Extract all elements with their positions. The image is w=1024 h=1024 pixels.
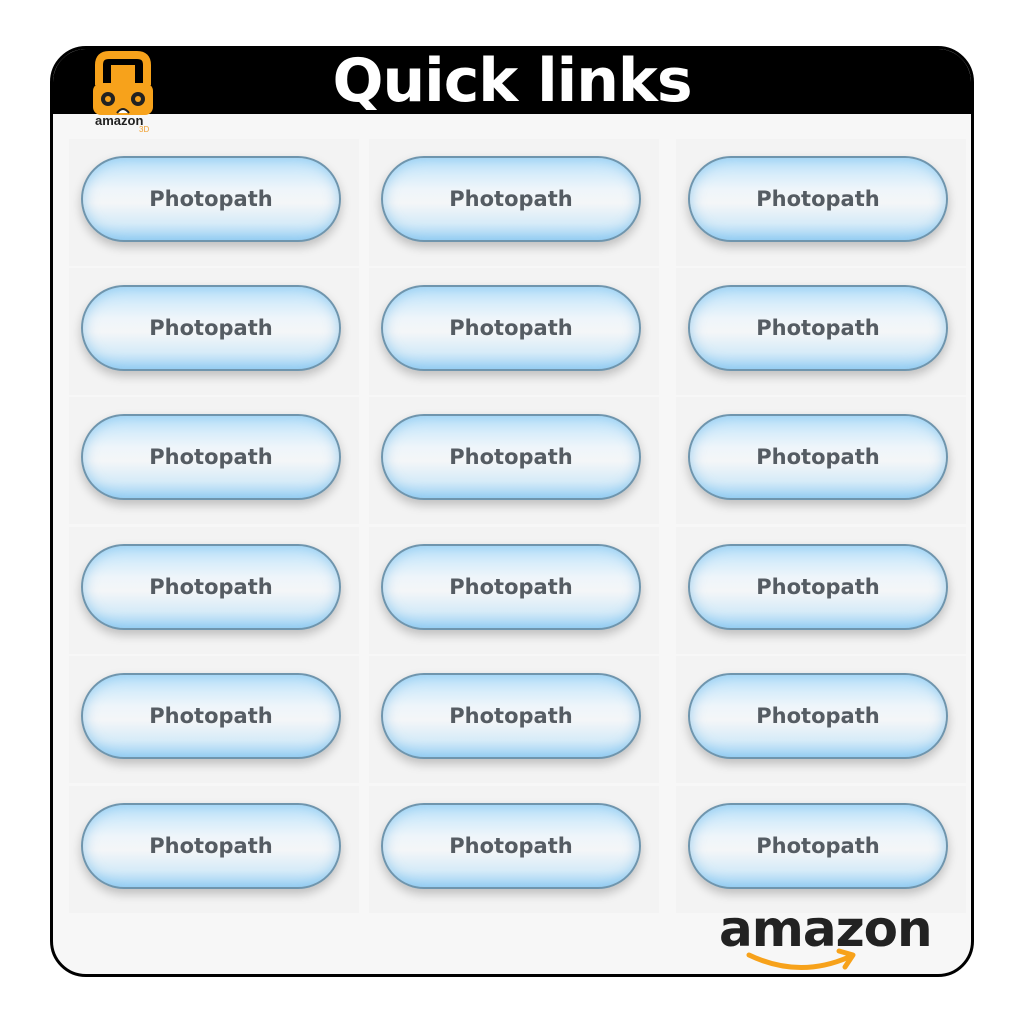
link-cell: Photopath — [369, 527, 659, 654]
link-cell: Photopath — [676, 139, 966, 266]
link-label: Photopath — [756, 445, 880, 469]
link-cell: Photopath — [676, 268, 966, 395]
photopath-link-button[interactable]: Photopath — [81, 544, 341, 630]
photopath-link-button[interactable]: Photopath — [381, 673, 641, 759]
photopath-link-button[interactable]: Photopath — [381, 156, 641, 242]
link-cell: Photopath — [69, 397, 359, 524]
photopath-link-button[interactable]: Photopath — [81, 156, 341, 242]
photopath-link-button[interactable]: Photopath — [81, 285, 341, 371]
link-label: Photopath — [756, 575, 880, 599]
link-cell: Photopath — [69, 656, 359, 783]
photopath-link-button[interactable]: Photopath — [688, 414, 948, 500]
page-title: Quick links — [332, 46, 692, 116]
link-cell: Photopath — [369, 397, 659, 524]
link-label: Photopath — [149, 187, 273, 211]
photopath-link-button[interactable]: Photopath — [688, 673, 948, 759]
link-cell: Photopath — [369, 786, 659, 913]
badge-sub: 3D — [139, 125, 150, 134]
photopath-link-button[interactable]: Photopath — [688, 156, 948, 242]
link-label: Photopath — [449, 704, 573, 728]
photopath-link-button[interactable]: Photopath — [381, 285, 641, 371]
link-label: Photopath — [449, 187, 573, 211]
link-cell: Photopath — [69, 268, 359, 395]
link-cell: Photopath — [676, 786, 966, 913]
photopath-link-button[interactable]: Photopath — [381, 803, 641, 889]
links-grid: Photopath Photopath Photopath Photopath Phot… — [69, 139, 969, 915]
link-label: Photopath — [449, 316, 573, 340]
link-label: Photopath — [756, 316, 880, 340]
link-label: Photopath — [449, 575, 573, 599]
photopath-link-button[interactable]: Photopath — [81, 673, 341, 759]
link-label: Photopath — [149, 575, 273, 599]
link-cell: Photopath — [369, 268, 659, 395]
link-cell: Photopath — [676, 527, 966, 654]
smile-arrow-icon — [746, 948, 856, 970]
photopath-link-button[interactable]: Photopath — [381, 414, 641, 500]
link-label: Photopath — [149, 445, 273, 469]
header-bar: Quick links — [53, 49, 971, 116]
link-cell: Photopath — [676, 656, 966, 783]
link-cell: Photopath — [676, 397, 966, 524]
photopath-link-button[interactable]: Photopath — [381, 544, 641, 630]
photopath-link-button[interactable]: Photopath — [81, 803, 341, 889]
link-label: Photopath — [756, 187, 880, 211]
link-label: Photopath — [756, 834, 880, 858]
photopath-link-button[interactable]: Photopath — [688, 803, 948, 889]
link-label: Photopath — [149, 834, 273, 858]
link-label: Photopath — [756, 704, 880, 728]
link-label: Photopath — [449, 445, 573, 469]
photopath-link-button[interactable]: Photopath — [688, 285, 948, 371]
photopath-link-button[interactable]: Photopath — [688, 544, 948, 630]
amazon-logo: amazon — [719, 899, 933, 974]
photopath-link-button[interactable]: Photopath — [81, 414, 341, 500]
badge-text: amazon — [95, 113, 144, 128]
link-label: Photopath — [149, 316, 273, 340]
link-label: Photopath — [449, 834, 573, 858]
link-cell: Photopath — [369, 139, 659, 266]
quick-links-panel: Quick links amazon 3D Photopath Photopath… — [50, 46, 974, 977]
link-cell: Photopath — [369, 656, 659, 783]
link-cell: Photopath — [69, 139, 359, 266]
link-label: Photopath — [149, 704, 273, 728]
link-cell: Photopath — [69, 527, 359, 654]
link-cell: Photopath — [69, 786, 359, 913]
